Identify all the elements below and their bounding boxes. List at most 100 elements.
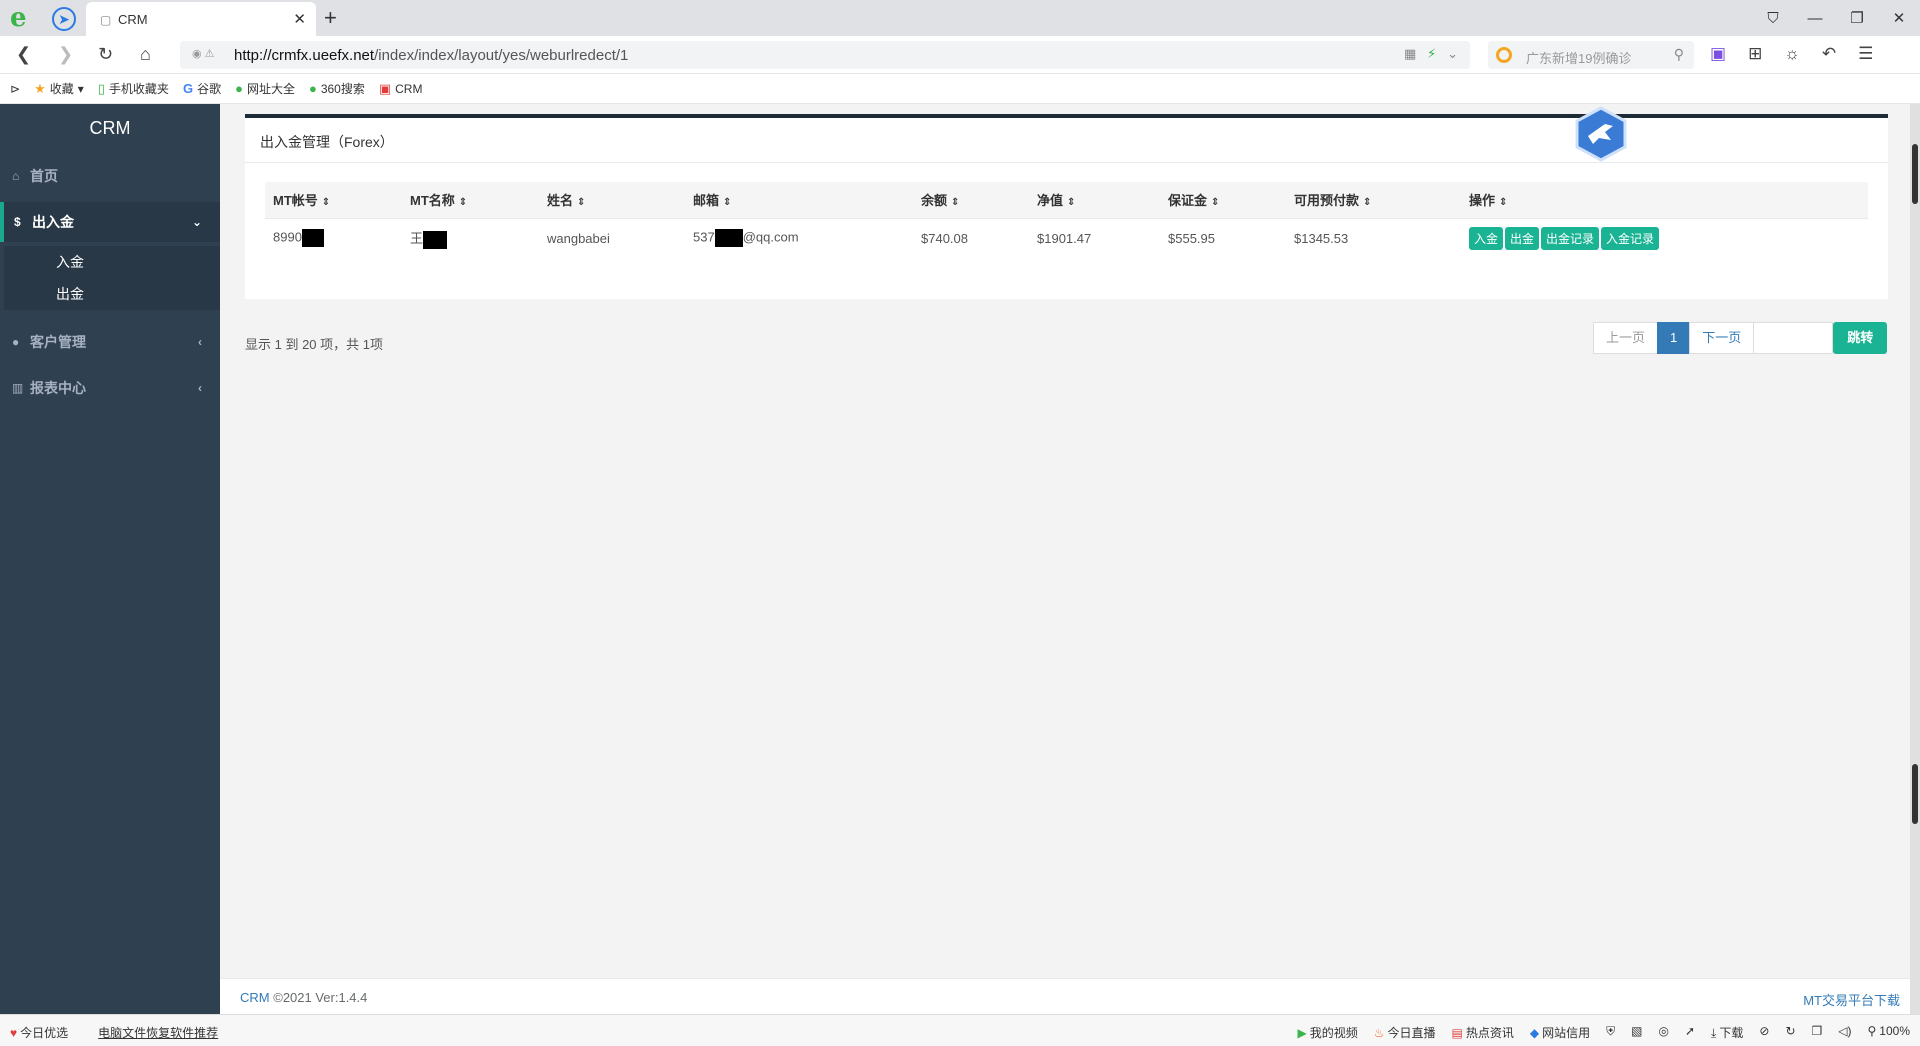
scroll-thumb[interactable] [1912, 144, 1918, 204]
restore-icon[interactable]: ❐ [1836, 9, 1878, 27]
minimize-icon[interactable]: — [1794, 10, 1836, 27]
apps-icon[interactable]: ⊞ [1748, 44, 1762, 64]
recovery-software-link[interactable]: 电脑文件恢复软件推荐 [98, 1024, 218, 1041]
accounts-table: MT帐号 ⇕ MT名称 ⇕ 姓名 ⇕ 邮箱 ⇕ 余额 ⇕ 净值 ⇕ 保证金 ⇕ 可用预付款 ⇕ … [265, 182, 1868, 258]
jump-button[interactable]: 跳转 [1833, 322, 1888, 354]
new-tab-icon[interactable]: + [324, 5, 337, 31]
close-icon[interactable]: ✕ [293, 10, 306, 28]
reload-icon[interactable]: ↻ [98, 44, 113, 65]
hot-news[interactable]: ▤ 热点资讯 [1452, 1024, 1514, 1041]
bookmark-favorites[interactable]: ★ 收藏 ▾ [34, 80, 84, 97]
undo-icon[interactable]: ↶ [1822, 44, 1836, 64]
sort-icon: ⇕ [1067, 197, 1076, 209]
bookmark-mobile[interactable]: ▯ 手机收藏夹 [98, 80, 169, 97]
cell-email: 537 @qq.com [685, 217, 913, 258]
col-margin[interactable]: 保证金 ⇕ [1160, 182, 1286, 218]
my-videos[interactable]: ▶ 我的视频 [1298, 1024, 1358, 1041]
col-mt-account[interactable]: MT帐号 ⇕ [265, 182, 402, 218]
brightness-icon[interactable]: ☼ [1784, 44, 1800, 64]
col-free-margin[interactable]: 可用预付款 ⇕ [1286, 182, 1461, 218]
zoom-level[interactable]: ⚲ 100% [1868, 1024, 1911, 1041]
navigate-icon[interactable]: ➤ [52, 7, 76, 31]
jump-page-input[interactable] [1753, 322, 1834, 354]
security-icon: ◉ ⚠ [192, 48, 215, 60]
clean-icon[interactable]: ⊘ [1759, 1024, 1769, 1041]
phone-icon: ▯ [97, 80, 105, 96]
downloads[interactable]: ⤓ 下载 [1711, 1024, 1743, 1041]
col-name[interactable]: 姓名 ⇕ [539, 182, 685, 218]
search-icon[interactable]: ⚲ [1674, 46, 1684, 63]
sidebar-toggle-icon[interactable]: ⊳ [10, 82, 20, 96]
cell-free-margin: $1345.53 [1286, 217, 1461, 258]
browser-tab[interactable]: ▢ CRM ✕ [86, 2, 316, 36]
next-page-button[interactable]: 下一页 [1689, 322, 1755, 354]
dollar-icon: $ [14, 215, 21, 229]
col-mt-name[interactable]: MT名称 ⇕ [402, 182, 539, 218]
scroll-thumb[interactable] [1912, 764, 1918, 824]
sidebar-item-home[interactable]: ⌂ 首页 [0, 156, 220, 196]
home-icon[interactable]: ⌂ [140, 44, 151, 65]
col-email[interactable]: 邮箱 ⇕ [685, 182, 913, 218]
deposit-button[interactable]: 入金 [1469, 226, 1504, 250]
news-icon: ▤ [1451, 1026, 1463, 1040]
window-icon[interactable]: ❐ [1812, 1024, 1823, 1041]
bookmark-google[interactable]: G 谷歌 [183, 80, 221, 97]
col-equity[interactable]: 净值 ⇕ [1029, 182, 1160, 218]
col-actions[interactable]: 操作 ⇕ [1461, 182, 1868, 218]
cell-balance: $740.08 [913, 217, 1029, 258]
bookmark-360[interactable]: ● 360搜索 [309, 80, 365, 97]
sidebar-subitem-withdraw[interactable]: 出金 [4, 278, 220, 310]
rocket-icon[interactable]: ➚ [1685, 1024, 1695, 1041]
site-credit[interactable]: ◆ 网站信用 [1530, 1024, 1590, 1041]
flame-icon: ♨ [1373, 1026, 1385, 1040]
live-today[interactable]: ♨ 今日直播 [1374, 1024, 1436, 1041]
forward-icon[interactable]: ❯ [58, 44, 73, 65]
redaction-block [301, 229, 324, 248]
sidebar-item-customers[interactable]: ● 客户管理 ‹ [0, 322, 220, 362]
today-picks[interactable]: ♥ 今日优选 [10, 1024, 68, 1041]
sidebar-subitem-deposit[interactable]: 入金 [4, 246, 220, 278]
google-icon: G [182, 81, 194, 96]
close-window-icon[interactable]: ✕ [1878, 9, 1920, 27]
translate-icon[interactable]: ▣ [1710, 44, 1726, 64]
search-field[interactable]: 广东新增19例确诊 ⚲ [1488, 41, 1694, 69]
url-text: http://crmfx.ueefx.net/index/index/layou… [234, 47, 629, 64]
chevron-down-icon: ⌄ [191, 215, 202, 229]
download-icon: ⤓ [1711, 1026, 1717, 1040]
image-icon[interactable]: ▧ [1631, 1024, 1642, 1041]
withdraw-records-button[interactable]: 出金记录 [1541, 226, 1600, 250]
sidebar-item-deposit-withdraw[interactable]: $ 出入金 ⌄ [0, 202, 220, 242]
refresh-icon[interactable]: ↻ [1785, 1024, 1795, 1041]
vertical-scrollbar[interactable] [1910, 104, 1920, 1014]
tab-title: CRM [118, 12, 148, 27]
table-header-row: MT帐号 ⇕ MT名称 ⇕ 姓名 ⇕ 邮箱 ⇕ 余额 ⇕ 净值 ⇕ 保证金 ⇕ 可用预付款 ⇕ … [265, 182, 1868, 218]
sort-icon: ⇕ [951, 197, 960, 209]
chevron-left-icon: ‹ [198, 381, 202, 395]
page-button-1[interactable]: 1 [1657, 322, 1691, 354]
sort-icon: ⇕ [1211, 197, 1220, 209]
chevron-down-icon[interactable]: ⌄ [1447, 46, 1458, 61]
sort-icon: ⇕ [723, 197, 732, 209]
url-field[interactable]: ◉ ⚠ http://crmfx.ueefx.net/index/index/l… [180, 41, 1470, 69]
bookmarks-bar: ⊳ ★ 收藏 ▾ ▯ 手机收藏夹 G 谷歌 ● 网址大全 ● 360搜索 ▣ CRM [0, 74, 1920, 104]
shield-icon[interactable]: ⛨ [1606, 1024, 1615, 1041]
menu-icon[interactable]: ☰ [1858, 44, 1873, 64]
prev-page-button[interactable]: 上一页 [1593, 322, 1659, 354]
pagination-summary: 显示 1 到 20 项，共 1项 [245, 337, 383, 352]
gamepad-icon[interactable]: ◎ [1659, 1024, 1669, 1041]
withdraw-button[interactable]: 出金 [1505, 226, 1540, 250]
shirt-icon[interactable]: ⛉ [1752, 10, 1794, 27]
cell-actions: 入金 出金 出金记录 入金记录 [1461, 217, 1868, 258]
volume-icon[interactable]: ◁) [1838, 1024, 1851, 1041]
footer-copyright: CRM ©2021 Ver:1.4.4 [240, 990, 368, 1005]
sidebar-item-reports[interactable]: ▥ 报表中心 ‹ [0, 368, 220, 408]
deposit-records-button[interactable]: 入金记录 [1601, 226, 1660, 250]
panel-title: 出入金管理（Forex） [260, 134, 394, 150]
bookmark-directory[interactable]: ● 网址大全 [235, 80, 295, 97]
bookmark-crm[interactable]: ▣ CRM [379, 81, 423, 97]
qr-icon[interactable]: ▦ [1404, 46, 1416, 61]
col-balance[interactable]: 余额 ⇕ [913, 182, 1029, 218]
mt-download-link[interactable]: MT交易平台下载 [1803, 990, 1900, 1009]
back-icon[interactable]: ❮ [16, 44, 31, 65]
bolt-icon[interactable]: ⚡ [1427, 46, 1436, 61]
